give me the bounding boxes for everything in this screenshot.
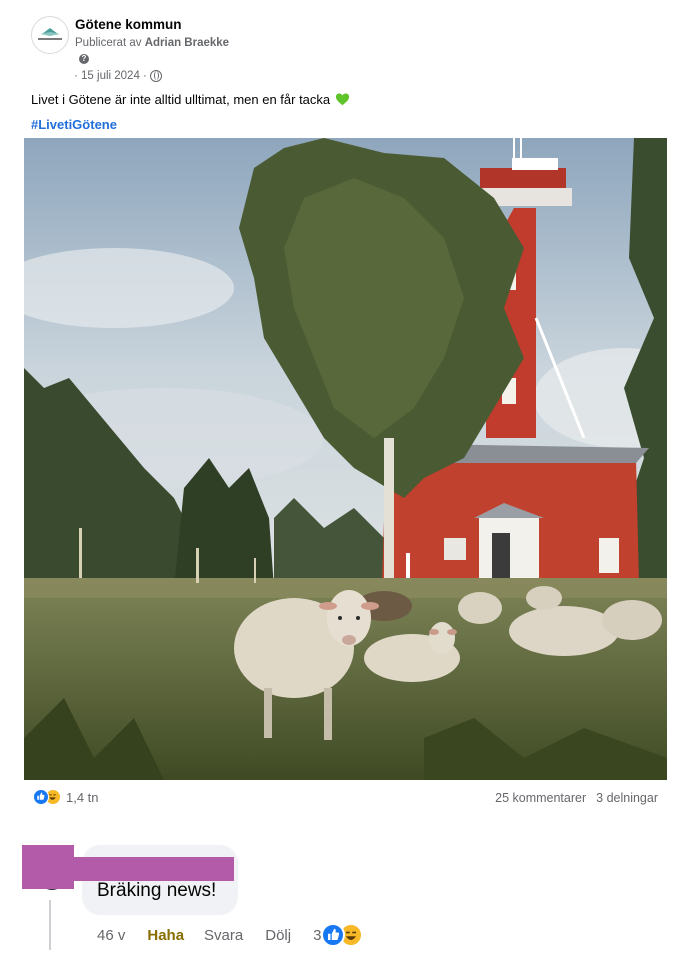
photo-image xyxy=(24,138,667,780)
comment-text: Bräking news! xyxy=(97,880,217,901)
comment-time[interactable]: 46 v xyxy=(97,927,125,944)
thread-line xyxy=(49,900,51,950)
post-text: Livet i Götene är inte alltid ulltimat, … xyxy=(31,92,350,107)
globe-icon[interactable] xyxy=(149,70,162,82)
green-heart-icon xyxy=(336,93,350,106)
publisher-name[interactable]: Adrian Braekke xyxy=(145,37,229,49)
post-meta: · 15 juli 2024 · xyxy=(74,70,162,82)
like-reaction-icon xyxy=(33,789,49,805)
published-prefix: Publicerat av xyxy=(75,37,142,49)
comments-count[interactable]: 25 kommentarer xyxy=(495,791,586,805)
haha-reaction-button[interactable]: Haha xyxy=(147,927,184,944)
published-by: Publicerat av Adrian Braekke xyxy=(75,37,229,49)
gotene-logo xyxy=(38,28,62,40)
post-photo[interactable] xyxy=(24,138,667,780)
post-date[interactable]: · 15 juli 2024 · xyxy=(74,70,147,82)
comment-actions: 46 v Haha Svara Dölj 3 xyxy=(97,923,364,947)
like-reaction-icon[interactable] xyxy=(321,923,346,947)
post-body: Livet i Götene är inte alltid ulltimat, … xyxy=(31,92,331,107)
post-stats: 25 kommentarer 3 delningar xyxy=(495,791,658,805)
reaction-summary[interactable]: 1,4 tn xyxy=(33,789,99,805)
shares-count[interactable]: 3 delningar xyxy=(596,791,658,805)
page-name[interactable]: Götene kommun xyxy=(75,17,182,32)
reply-button[interactable]: Svara xyxy=(204,927,243,944)
page-avatar[interactable] xyxy=(31,16,69,54)
hashtag-link[interactable]: #LivetiGötene xyxy=(31,117,117,132)
help-icon[interactable]: ? xyxy=(79,54,89,64)
reaction-count: 1,4 tn xyxy=(66,789,99,805)
comment-reaction-count[interactable]: 3 xyxy=(313,927,321,944)
hide-button[interactable]: Dölj xyxy=(265,927,291,944)
